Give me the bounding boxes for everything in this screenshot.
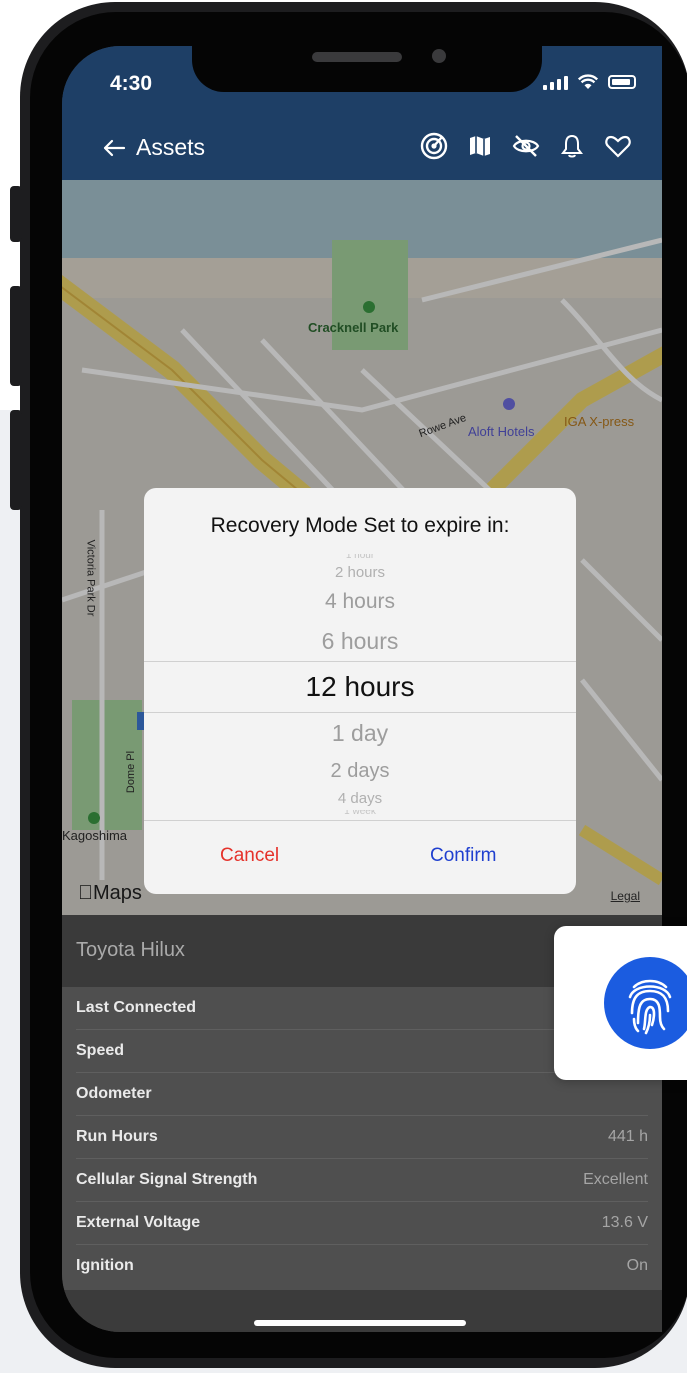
detail-row-run-hours: Run Hours 441 h (76, 1116, 648, 1159)
picker-option[interactable]: 6 hours (144, 628, 576, 655)
heart-icon[interactable] (604, 132, 632, 160)
picker-option[interactable]: 2 days (144, 760, 576, 783)
app-header: 4:30 Assets (62, 46, 662, 180)
picker-option[interactable]: 1 week (144, 810, 576, 816)
picker-option-selected[interactable]: 12 hours (144, 671, 576, 703)
confirm-button[interactable]: Confirm (430, 845, 497, 867)
picker-option[interactable]: 1 hour (144, 554, 576, 560)
dialog-title: Recovery Mode Set to expire in: (210, 514, 510, 537)
detail-label: Cellular Signal Strength (76, 1171, 258, 1188)
cancel-button[interactable]: Cancel (220, 845, 279, 867)
app-screen: 4:30 Assets Cracknell Park Rowe Ave Alof… (62, 46, 662, 1332)
detail-row-ignition: Ignition On (76, 1245, 648, 1287)
detail-label: Odometer (76, 1085, 152, 1102)
recovery-mode-dialog: Recovery Mode Set to expire in: 1 hour 2… (144, 488, 576, 894)
front-camera (432, 49, 446, 63)
home-indicator[interactable] (254, 1320, 466, 1326)
detail-row-cellular-signal: Cellular Signal Strength Excellent (76, 1159, 648, 1202)
radar-icon[interactable] (420, 132, 448, 160)
detail-value: 441 h (607, 1128, 648, 1145)
mute-switch (10, 186, 22, 242)
bell-icon[interactable] (558, 132, 586, 160)
volume-up-button (10, 286, 22, 386)
detail-label: Run Hours (76, 1128, 158, 1145)
detail-value: On (626, 1257, 648, 1274)
eye-off-icon[interactable] (512, 132, 540, 160)
fingerprint-card[interactable] (554, 926, 687, 1080)
back-button[interactable]: Assets (102, 134, 205, 161)
map-icon[interactable] (466, 132, 494, 160)
detail-value: 13.6 V (601, 1214, 648, 1231)
battery-icon (608, 75, 636, 89)
header-actions (420, 132, 632, 160)
picker-option[interactable]: 2 hours (144, 564, 576, 581)
picker-option[interactable]: 4 hours (144, 590, 576, 614)
asset-name: Toyota Hilux (76, 939, 185, 961)
volume-down-button (10, 410, 22, 510)
fingerprint-icon (628, 979, 672, 1035)
detail-label: Last Connected (76, 999, 197, 1016)
picker-option[interactable]: 4 days (144, 790, 576, 807)
detail-value: Excellent (583, 1171, 648, 1188)
dialog-actions: Cancel Confirm (144, 820, 576, 894)
home-bar-area (62, 1290, 662, 1332)
detail-row-external-voltage: External Voltage 13.6 V (76, 1202, 648, 1245)
notch (192, 46, 542, 92)
picker-option[interactable]: 1 day (144, 720, 576, 747)
signal-icon (543, 74, 568, 90)
status-icons (543, 74, 636, 90)
speaker-grille (312, 52, 402, 62)
status-time: 4:30 (110, 72, 153, 95)
fingerprint-badge (604, 957, 687, 1049)
arrow-left-icon (103, 139, 126, 156)
detail-label: External Voltage (76, 1214, 201, 1231)
detail-label: Speed (76, 1042, 125, 1059)
detail-label: Ignition (76, 1257, 134, 1274)
back-label: Assets (136, 134, 206, 160)
wifi-icon (578, 74, 598, 89)
